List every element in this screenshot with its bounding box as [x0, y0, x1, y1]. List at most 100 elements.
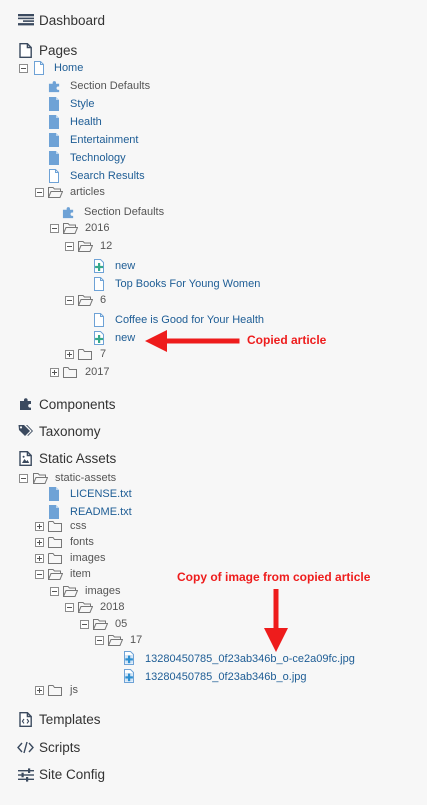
new-image-icon: [123, 669, 135, 683]
collapse-toggle-05[interactable]: [80, 620, 89, 629]
folder-open-icon: [78, 294, 93, 306]
template-icon: [19, 712, 32, 727]
folder-open-icon: [48, 186, 63, 198]
pages-icon: [19, 43, 32, 58]
sidebar-item-scripts[interactable]: Scripts: [39, 740, 80, 755]
page-icon: [93, 277, 105, 291]
collapse-toggle-2016[interactable]: [50, 224, 59, 233]
tree-item-fonts[interactable]: fonts: [70, 536, 94, 548]
expand-toggle-2017[interactable]: [50, 368, 59, 377]
folder-icon: [48, 520, 62, 532]
tree-item-home[interactable]: Home: [54, 62, 83, 74]
tree-item-css[interactable]: css: [70, 520, 87, 532]
tree-item-2016[interactable]: 2016: [85, 222, 109, 234]
collapse-toggle-2018[interactable]: [65, 603, 74, 612]
tree-item-entertainment[interactable]: Entertainment: [70, 134, 138, 146]
arrow-icon: [264, 589, 288, 652]
arrow-icon: [145, 330, 240, 352]
tree-item-license[interactable]: LICENSE.txt: [70, 488, 132, 500]
folder-icon: [48, 552, 62, 564]
annotation-copied-article: Copied article: [247, 333, 327, 347]
tree-item-item[interactable]: item: [70, 568, 91, 580]
sidebar-item-templates[interactable]: Templates: [39, 712, 101, 727]
sidebar-item-dashboard[interactable]: Dashboard: [39, 13, 105, 28]
section-defaults-icon: [48, 80, 61, 93]
sliders-icon: [18, 768, 34, 782]
folder-open-icon: [48, 568, 63, 580]
tree-item-17[interactable]: 17: [130, 634, 142, 646]
folder-open-icon: [93, 618, 108, 630]
code-icon: [17, 741, 34, 754]
collapse-toggle-articles[interactable]: [35, 188, 44, 197]
section-defaults-icon: [62, 206, 75, 219]
collapse-toggle-item-images[interactable]: [50, 587, 59, 596]
components-icon: [20, 398, 31, 410]
new-page-icon: [93, 331, 105, 345]
folder-open-icon: [63, 585, 78, 597]
folder-icon: [63, 366, 77, 378]
collapse-toggle-item[interactable]: [35, 570, 44, 579]
tree-item-new[interactable]: new: [115, 260, 135, 272]
folder-open-icon: [33, 472, 48, 484]
tree-item-05[interactable]: 05: [115, 618, 127, 630]
tree-item-2018[interactable]: 2018: [100, 601, 124, 613]
sidebar-item-pages[interactable]: Pages: [39, 43, 77, 58]
collapse-toggle-17[interactable]: [95, 636, 104, 645]
folder-open-icon: [78, 601, 93, 613]
tree-item-2017[interactable]: 2017: [85, 366, 109, 378]
tree-item-search-results[interactable]: Search Results: [70, 170, 145, 182]
page-icon: [33, 61, 45, 75]
folder-open-icon: [108, 634, 123, 646]
folder-open-icon: [63, 222, 78, 234]
expand-toggle-images[interactable]: [35, 554, 44, 563]
tree-item-image-original[interactable]: 13280450785_0f23ab346b_o.jpg: [145, 671, 307, 683]
folder-open-icon: [78, 240, 93, 252]
tags-icon: [18, 425, 33, 436]
dashboard-icon: [18, 14, 34, 26]
tree-item-12[interactable]: 12: [100, 240, 112, 252]
collapse-toggle-static-assets[interactable]: [19, 474, 28, 483]
collapse-toggle-12[interactable]: [65, 242, 74, 251]
expand-toggle-css[interactable]: [35, 522, 44, 531]
page-icon: [48, 151, 60, 165]
tree-item-7[interactable]: 7: [100, 348, 106, 360]
page-icon: [48, 133, 60, 147]
tree-item-image-copy[interactable]: 13280450785_0f23ab346b_o-ce2a09fc.jpg: [145, 653, 355, 665]
page-icon: [48, 97, 60, 111]
tree-item-articles[interactable]: articles: [70, 186, 105, 198]
annotation-copy-of-image: Copy of image from copied article: [177, 570, 371, 584]
sidebar-item-components[interactable]: Components: [39, 397, 116, 412]
folder-icon: [78, 348, 92, 360]
tree-item-technology[interactable]: Technology: [70, 152, 126, 164]
page-icon: [48, 115, 60, 129]
image-file-icon: [19, 451, 32, 466]
tree-item-6[interactable]: 6: [100, 294, 106, 306]
tree-item-item-images[interactable]: images: [85, 585, 120, 597]
new-page-icon: [93, 259, 105, 273]
collapse-toggle-home[interactable]: [19, 64, 28, 73]
tree-item-images[interactable]: images: [70, 552, 105, 564]
page-icon: [93, 313, 105, 327]
tree-item-top-books[interactable]: Top Books For Young Women: [115, 278, 260, 290]
expand-toggle-js[interactable]: [35, 686, 44, 695]
collapse-toggle-6[interactable]: [65, 296, 74, 305]
tree-item-style[interactable]: Style: [70, 98, 94, 110]
tree-item-static-assets[interactable]: static-assets: [55, 472, 116, 484]
expand-toggle-7[interactable]: [65, 350, 74, 359]
new-image-icon: [123, 651, 135, 665]
sidebar-item-static-assets[interactable]: Static Assets: [39, 451, 116, 466]
tree-item-js[interactable]: js: [70, 684, 78, 696]
tree-item-new-copied[interactable]: new: [115, 332, 135, 344]
expand-toggle-fonts[interactable]: [35, 538, 44, 547]
folder-icon: [48, 536, 62, 548]
tree-item-readme[interactable]: README.txt: [70, 506, 132, 518]
tree-item-articles-section-defaults[interactable]: Section Defaults: [84, 206, 164, 218]
tree-item-coffee[interactable]: Coffee is Good for Your Health: [115, 314, 264, 326]
sidebar-item-site-config[interactable]: Site Config: [39, 767, 105, 782]
file-icon: [48, 505, 60, 519]
file-icon: [48, 487, 60, 501]
sidebar-item-taxonomy[interactable]: Taxonomy: [39, 424, 101, 439]
tree-item-section-defaults[interactable]: Section Defaults: [70, 80, 150, 92]
tree-item-health[interactable]: Health: [70, 116, 102, 128]
folder-icon: [48, 684, 62, 696]
